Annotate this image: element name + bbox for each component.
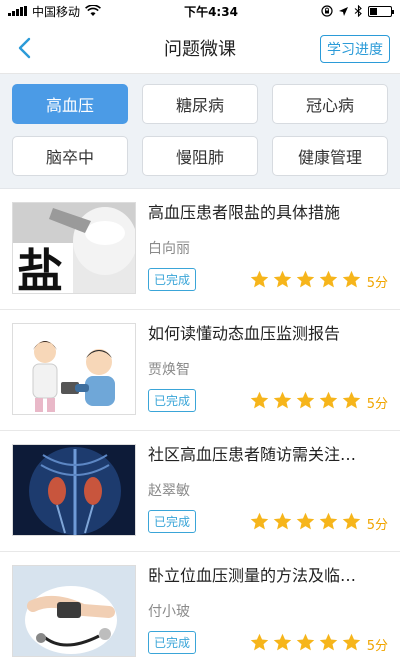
course-thumbnail-bp-measure [12, 565, 136, 657]
status-bar: 中国移动 下午4:34 [0, 0, 400, 22]
star-icon [342, 512, 360, 530]
score-label: 5分 [366, 638, 388, 654]
course-item[interactable]: 盐 高血压患者限盐的具体措施 白向丽 已完成 5分 [0, 189, 400, 310]
course-title: 如何读懂动态血压监测报告 [148, 324, 341, 343]
star-icon [319, 270, 337, 288]
teacher-name: 贾焕智 [148, 362, 190, 378]
star-rating: 5分 [249, 390, 388, 412]
teacher-name: 赵翠敏 [148, 483, 190, 499]
course-title: 社区高血压患者随访需关注… [148, 445, 357, 464]
status-left: 中国移动 [8, 3, 101, 20]
category-panel: 高血压 糖尿病 冠心病 脑卒中 慢阻肺 健康管理 [0, 74, 400, 189]
status-time: 下午4:34 [184, 4, 238, 19]
star-icon [319, 391, 337, 409]
course-thumbnail-salt: 盐 [12, 202, 136, 294]
course-title: 卧立位血压测量的方法及临… [148, 566, 357, 585]
star-icon [250, 270, 268, 288]
star-icon [319, 633, 337, 651]
star-icon [296, 391, 314, 409]
course-info: 如何读懂动态血压监测报告 贾焕智 已完成 5分 [148, 323, 388, 423]
teacher-name: 白向丽 [148, 241, 190, 257]
course-info: 卧立位血压测量的方法及临… 付小玻 已完成 5分 [148, 565, 388, 660]
star-icon [273, 391, 291, 409]
star-icon [296, 512, 314, 530]
star-icon [273, 512, 291, 530]
bluetooth-icon [354, 5, 362, 17]
signal-icon [8, 6, 27, 16]
score-label: 5分 [366, 275, 388, 291]
star-icon [250, 512, 268, 530]
course-meta-row: 已完成 5分 [148, 510, 388, 533]
status-badge: 已完成 [148, 631, 197, 654]
star-icon [250, 633, 268, 651]
course-meta-row: 已完成 5分 [148, 389, 388, 412]
lock-rotation-icon [321, 5, 333, 17]
score-label: 5分 [366, 396, 388, 412]
status-badge: 已完成 [148, 510, 197, 533]
star-rating: 5分 [249, 269, 388, 291]
category-chip-health-management[interactable]: 健康管理 [272, 136, 388, 176]
course-item[interactable]: 如何读懂动态血压监测报告 贾焕智 已完成 5分 [0, 310, 400, 431]
status-badge: 已完成 [148, 268, 197, 291]
chevron-left-icon [18, 37, 31, 59]
carrier-label: 中国移动 [32, 4, 81, 19]
course-item[interactable]: 社区高血压患者随访需关注… 赵翠敏 已完成 5分 [0, 431, 400, 552]
course-thumbnail-kidney [12, 444, 136, 536]
course-item[interactable]: 卧立位血压测量的方法及临… 付小玻 已完成 5分 [0, 552, 400, 660]
star-rating: 5分 [249, 511, 388, 533]
course-info: 社区高血压患者随访需关注… 赵翠敏 已完成 5分 [148, 444, 388, 544]
status-badge: 已完成 [148, 389, 197, 412]
star-icon [342, 633, 360, 651]
category-chip-diabetes[interactable]: 糖尿病 [142, 84, 258, 124]
score-label: 5分 [366, 517, 388, 533]
course-thumbnail-bp-monitor [12, 323, 136, 415]
star-icon [296, 633, 314, 651]
salt-character: 盐 [17, 244, 63, 294]
star-icon [342, 270, 360, 288]
course-title: 高血压患者限盐的具体措施 [148, 203, 341, 222]
location-arrow-icon [339, 6, 348, 16]
star-icon [296, 270, 314, 288]
star-icon [273, 633, 291, 651]
course-info: 高血压患者限盐的具体措施 白向丽 已完成 5分 [148, 202, 388, 302]
teacher-name: 付小玻 [148, 604, 190, 620]
category-chip-stroke[interactable]: 脑卒中 [12, 136, 128, 176]
page-title: 问题微课 [164, 38, 236, 60]
course-meta-row: 已完成 5分 [148, 631, 388, 654]
course-list: 盐 高血压患者限盐的具体措施 白向丽 已完成 5分 如何读懂动态血压监测报告 贾… [0, 189, 400, 660]
status-right [321, 5, 394, 17]
category-chip-hypertension[interactable]: 高血压 [12, 84, 128, 124]
back-button[interactable] [10, 34, 38, 62]
star-icon [273, 270, 291, 288]
nav-bar: 问题微课 学习进度 [0, 22, 400, 74]
wifi-icon [85, 5, 101, 16]
category-chip-copd[interactable]: 慢阻肺 [142, 136, 258, 176]
star-icon [319, 512, 337, 530]
star-icon [250, 391, 268, 409]
star-icon [342, 391, 360, 409]
learning-progress-button[interactable]: 学习进度 [320, 35, 390, 63]
battery-icon [368, 5, 394, 17]
star-rating: 5分 [249, 632, 388, 654]
category-chip-coronary[interactable]: 冠心病 [272, 84, 388, 124]
course-meta-row: 已完成 5分 [148, 268, 388, 291]
